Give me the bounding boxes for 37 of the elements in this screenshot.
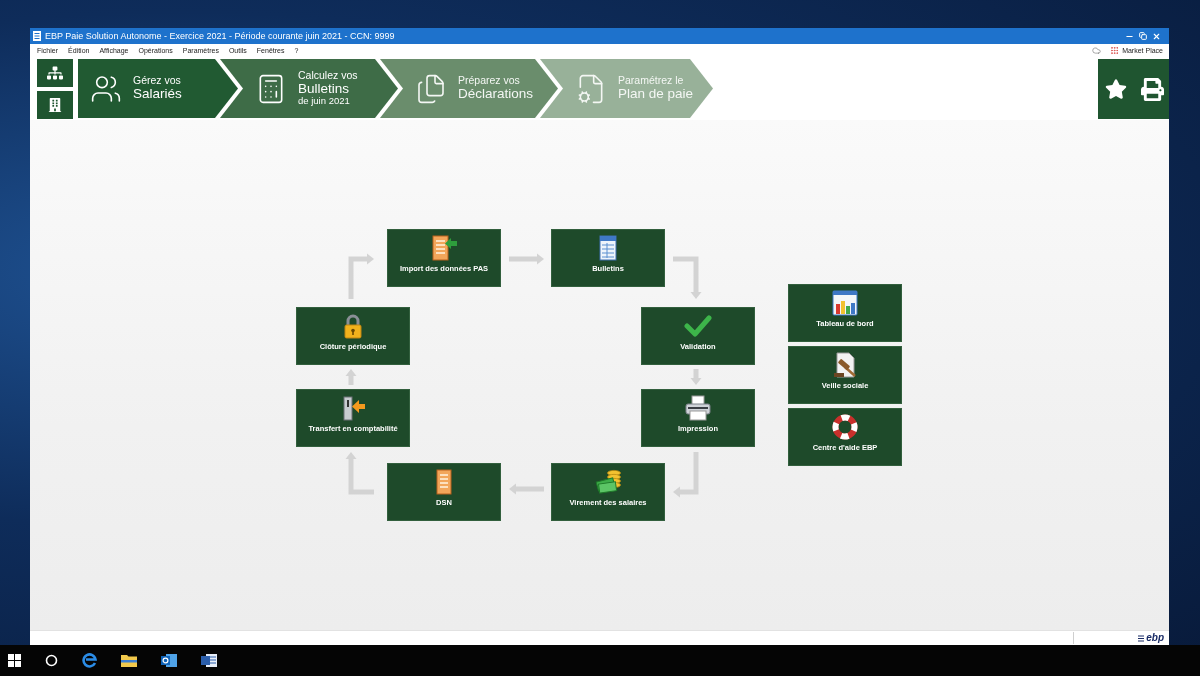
dots-grid-icon bbox=[1110, 46, 1120, 55]
app-icon bbox=[33, 31, 41, 41]
checkmark-icon bbox=[684, 313, 712, 339]
flow-arrow bbox=[509, 253, 544, 265]
bar-chart-icon bbox=[831, 290, 859, 316]
document-arrow-icon bbox=[430, 235, 458, 261]
workflow-step[interactable]: Gérez vos Salariés bbox=[78, 59, 243, 118]
documents-icon bbox=[415, 72, 447, 105]
print-icon[interactable] bbox=[1141, 77, 1164, 101]
printer-icon bbox=[684, 395, 712, 421]
flow-arrow bbox=[348, 253, 374, 299]
flow-arrow bbox=[673, 452, 699, 498]
logo: ebp bbox=[1146, 633, 1164, 643]
sitemap-button[interactable] bbox=[37, 59, 73, 87]
mail-app-icon[interactable] bbox=[161, 653, 177, 668]
document-app-icon[interactable] bbox=[201, 653, 217, 668]
stripes-icon bbox=[1138, 634, 1145, 642]
flow-arrow bbox=[673, 256, 702, 299]
building-button[interactable] bbox=[37, 91, 73, 119]
workflow-step[interactable]: Calculez vos Bulletins de juin 2021 bbox=[243, 59, 403, 118]
ring-icon[interactable] bbox=[45, 654, 58, 667]
star-icon[interactable] bbox=[1105, 78, 1127, 100]
flow-arrow bbox=[345, 452, 374, 495]
flow-arrow bbox=[509, 483, 544, 495]
money-icon bbox=[594, 469, 622, 495]
browser-icon[interactable] bbox=[82, 653, 97, 668]
window-title: EBP Paie Solution Autonome - Exercice 2021 - Période courante juin 2021 - CCN: 9999 bbox=[45, 31, 395, 41]
restore-icon[interactable] bbox=[1139, 32, 1147, 40]
sitemap-icon bbox=[47, 65, 63, 81]
flow-arrow bbox=[345, 369, 357, 385]
building-icon bbox=[48, 98, 62, 112]
lifebuoy-icon bbox=[831, 414, 859, 440]
folder-icon[interactable] bbox=[121, 654, 137, 667]
start-icon[interactable] bbox=[8, 654, 21, 667]
workflow-step[interactable]: Préparez vos Déclarations bbox=[403, 59, 563, 118]
flow-arrow bbox=[690, 369, 702, 385]
close-icon[interactable] bbox=[1152, 31, 1161, 41]
